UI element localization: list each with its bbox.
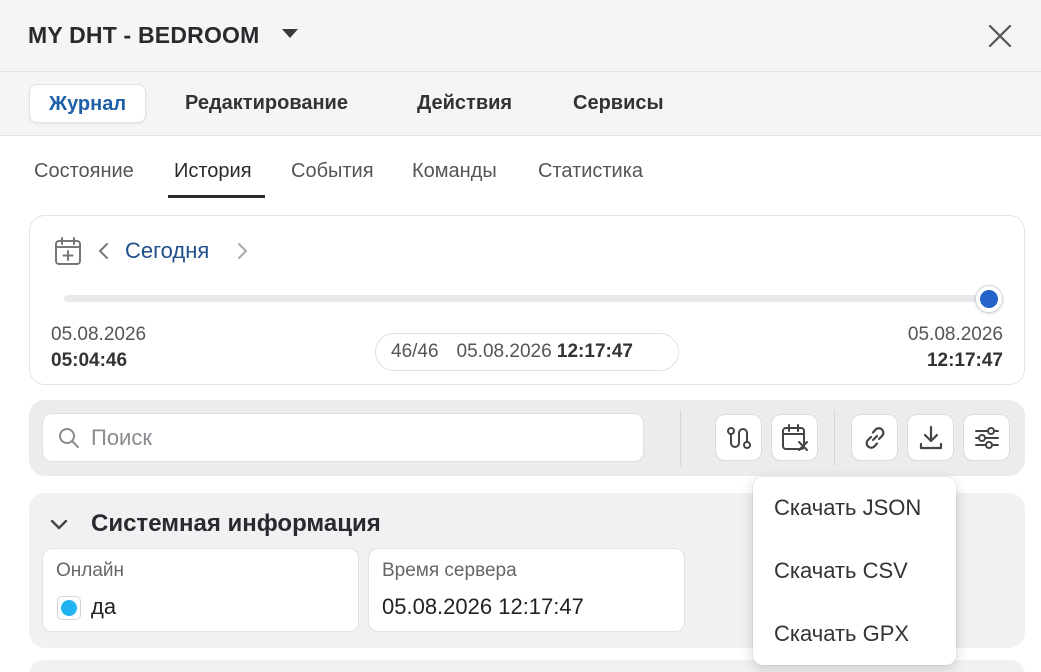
menu-item-download-gpx[interactable]: Скачать GPX bbox=[774, 621, 909, 647]
chevron-down-icon[interactable] bbox=[47, 513, 71, 537]
history-toolbar bbox=[29, 400, 1025, 476]
search-box bbox=[42, 413, 644, 462]
info-value: да bbox=[91, 594, 117, 619]
current-position-pill: 46/46 05.08.2026 12:17:47 bbox=[375, 333, 679, 371]
filter-settings-icon bbox=[974, 426, 999, 449]
caret-down-icon[interactable] bbox=[282, 29, 298, 38]
section-title[interactable]: Системная информация bbox=[91, 510, 381, 538]
info-card-server-time: Время сервера 05.08.2026 12:17:47 bbox=[368, 548, 685, 632]
tab-actions[interactable]: Действия bbox=[398, 84, 531, 123]
route-icon bbox=[726, 426, 751, 449]
menu-item-download-csv[interactable]: Скачать CSV bbox=[774, 558, 908, 584]
calendar-clear-icon bbox=[781, 423, 808, 451]
status-dot bbox=[61, 600, 77, 616]
download-menu: Скачать JSON Скачать CSV Скачать GPX bbox=[753, 477, 956, 665]
range-end: 05.08.2026 12:17:47 bbox=[908, 322, 1003, 374]
record-count: 46/46 bbox=[391, 341, 439, 362]
subtab-state[interactable]: Состояние bbox=[34, 160, 134, 183]
main-tabs: Журнал Редактирование Действия Сервисы bbox=[0, 72, 1041, 136]
info-value: 05.08.2026 12:17:47 bbox=[382, 594, 584, 619]
tab-services[interactable]: Сервисы bbox=[554, 84, 683, 123]
calendar-add-icon[interactable] bbox=[54, 236, 82, 266]
search-input[interactable] bbox=[91, 423, 631, 453]
menu-item-download-json[interactable]: Скачать JSON bbox=[774, 495, 921, 521]
close-button[interactable] bbox=[984, 20, 1016, 52]
info-card-online: Онлайн да bbox=[42, 548, 359, 632]
download-icon bbox=[919, 425, 942, 449]
chevron-right-icon[interactable] bbox=[234, 239, 250, 263]
history-slider-track[interactable] bbox=[64, 295, 990, 302]
device-title[interactable]: MY DHT - BEDROOM bbox=[28, 22, 260, 49]
toolbar-divider bbox=[834, 410, 835, 466]
subtab-statistics[interactable]: Статистика bbox=[538, 160, 643, 183]
info-label: Онлайн bbox=[56, 560, 125, 581]
clear-date-button[interactable] bbox=[771, 414, 818, 461]
range-end-time: 12:17:47 bbox=[926, 350, 1003, 371]
range-end-date: 05.08.2026 bbox=[907, 324, 1003, 345]
date-label[interactable]: Сегодня bbox=[125, 238, 209, 264]
active-tab-indicator bbox=[168, 195, 265, 198]
link-icon bbox=[865, 426, 884, 449]
subtab-commands[interactable]: Команды bbox=[412, 160, 497, 183]
chevron-left-icon[interactable] bbox=[96, 239, 112, 263]
search-icon bbox=[59, 428, 79, 448]
download-button[interactable] bbox=[907, 414, 954, 461]
subtab-events[interactable]: События bbox=[291, 160, 374, 183]
dialog-header: MY DHT - BEDROOM bbox=[0, 0, 1041, 72]
toolbar-divider bbox=[680, 410, 681, 466]
range-start-time: 05:04:46 bbox=[51, 350, 128, 371]
subtab-history[interactable]: История bbox=[174, 160, 252, 183]
date-range-card: Сегодня 05.08.2026 05:04:46 46/46 05.08.2… bbox=[29, 215, 1025, 385]
range-start: 05.08.2026 05:04:46 bbox=[51, 322, 146, 374]
filter-settings-button[interactable] bbox=[963, 414, 1010, 461]
history-slider-thumb[interactable] bbox=[976, 286, 1002, 312]
route-button[interactable] bbox=[715, 414, 762, 461]
tab-journal[interactable]: Журнал bbox=[29, 84, 147, 123]
link-button[interactable] bbox=[851, 414, 898, 461]
current-date: 05.08.2026 bbox=[456, 341, 552, 362]
current-time: 12:17:47 bbox=[556, 341, 633, 362]
tab-editing[interactable]: Редактирование bbox=[166, 84, 367, 123]
info-label: Время сервера bbox=[382, 560, 517, 581]
range-start-date: 05.08.2026 bbox=[51, 324, 147, 345]
close-icon bbox=[988, 24, 1012, 48]
status-indicator bbox=[57, 596, 81, 620]
